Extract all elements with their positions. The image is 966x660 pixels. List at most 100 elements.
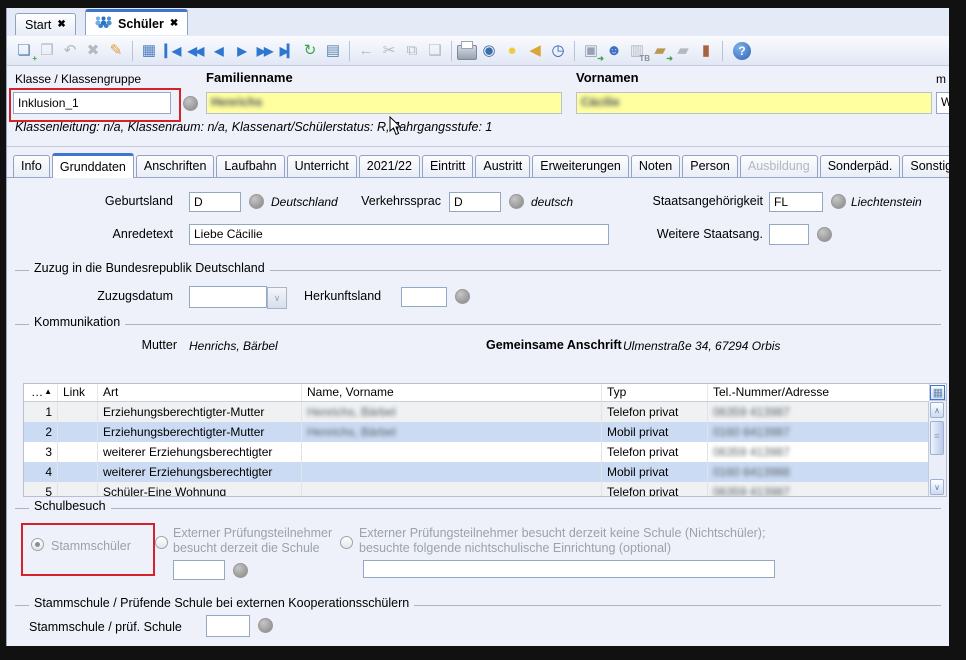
cell-link bbox=[58, 482, 98, 497]
tab-info[interactable]: Info bbox=[13, 155, 50, 177]
import-tb-icon[interactable]: ▥TB bbox=[626, 40, 648, 62]
report-list-icon[interactable]: ▤ bbox=[322, 40, 344, 62]
fast-prev-icon[interactable]: ◀◀ bbox=[184, 40, 206, 62]
edit-icon[interactable]: ✎ bbox=[105, 40, 127, 62]
student-icon[interactable]: ☻ bbox=[603, 40, 625, 62]
mouse-cursor bbox=[389, 116, 403, 141]
column-picker-button[interactable]: ▦ bbox=[929, 384, 946, 401]
archive-icon[interactable]: ▰ bbox=[672, 40, 694, 62]
close-icon[interactable]: ✖ bbox=[57, 20, 65, 30]
undo-icon[interactable]: ↶ bbox=[59, 40, 81, 62]
tab-austritt[interactable]: Austritt bbox=[475, 155, 530, 177]
announce-horn-icon[interactable]: ◀ bbox=[524, 40, 546, 62]
next-record-icon[interactable]: ▶ bbox=[230, 40, 252, 62]
extern-schule-input[interactable] bbox=[173, 560, 225, 580]
cell-art: weiterer Erziehungsberechtigter bbox=[98, 462, 302, 482]
anredetext-label: Anredetext bbox=[67, 227, 173, 241]
tab-sonderp-d[interactable]: Sonderpäd. bbox=[820, 155, 901, 177]
zuzugsdatum-input[interactable] bbox=[189, 286, 267, 308]
tab-laufbahn[interactable]: Laufbahn bbox=[216, 155, 284, 177]
tab-eintritt[interactable]: Eintritt bbox=[422, 155, 473, 177]
folder-export-icon[interactable]: ▰➜ bbox=[649, 40, 671, 62]
column-header-name[interactable]: Name, Vorname bbox=[302, 384, 602, 401]
geburtsland-lookup-circle-button[interactable] bbox=[249, 194, 264, 209]
scroll-down-button[interactable]: ∨ bbox=[930, 479, 944, 495]
table-row[interactable]: 1Erziehungsberechtigter-MutterHenrichs, … bbox=[24, 402, 929, 422]
staatsangehoerigkeit-input[interactable]: FL bbox=[769, 192, 823, 212]
vornamen-input[interactable]: Cäcilie bbox=[576, 92, 932, 114]
klasse-lookup-circle-button[interactable] bbox=[183, 96, 198, 111]
tab-person[interactable]: Person bbox=[682, 155, 738, 177]
tab-erweiterungen[interactable]: Erweiterungen bbox=[532, 155, 629, 177]
mutter-value: Henrichs, Bärbel bbox=[189, 339, 278, 353]
staatsangehoerigkeit-lookup-circle-button[interactable] bbox=[831, 194, 846, 209]
anredetext-input[interactable]: Liebe Cäcilie bbox=[189, 224, 609, 245]
vornamen-label: Vornamen bbox=[576, 70, 639, 85]
tab-schueler[interactable]: Schüler ✖ bbox=[85, 9, 188, 35]
cell-art: weiterer Erziehungsberechtigter bbox=[98, 442, 302, 462]
gender-input[interactable]: W bbox=[936, 92, 949, 114]
tab-2021-22[interactable]: 2021/22 bbox=[359, 155, 420, 177]
redacted-text: Henrichs, Bärbel bbox=[307, 405, 396, 419]
column-header-num[interactable]: …▲ bbox=[24, 384, 58, 401]
close-icon[interactable]: ✖ bbox=[170, 19, 178, 29]
last-record-icon[interactable]: ▶▎ bbox=[276, 40, 298, 62]
preview-eye-icon[interactable]: ◉ bbox=[478, 40, 500, 62]
table-row[interactable]: 2Erziehungsberechtigter-MutterHenrichs, … bbox=[24, 422, 929, 442]
chevron-up-icon: ∧ bbox=[934, 406, 940, 415]
first-record-icon[interactable]: ▎◀ bbox=[161, 40, 183, 62]
verkehrssprache-input[interactable]: D bbox=[449, 192, 501, 212]
column-header-typ[interactable]: Typ bbox=[602, 384, 708, 401]
klasse-label: Klasse / Klassengruppe bbox=[15, 72, 141, 86]
column-header-art[interactable]: Art bbox=[98, 384, 302, 401]
help-icon[interactable]: ? bbox=[733, 42, 751, 60]
address-book-icon[interactable]: ▮ bbox=[695, 40, 717, 62]
scroll-thumb[interactable] bbox=[930, 421, 944, 455]
tab-sonstiges[interactable]: Sonstiges bbox=[902, 155, 949, 177]
hint-bulb-icon[interactable]: ● bbox=[501, 40, 523, 62]
tab-grunddaten[interactable]: Grunddaten bbox=[52, 153, 134, 178]
tab-unterricht[interactable]: Unterricht bbox=[287, 155, 357, 177]
stammschule-lookup-circle-button[interactable] bbox=[258, 618, 273, 633]
verkehrssprache-lookup-circle-button[interactable] bbox=[509, 194, 524, 209]
zuzugsdatum-dropdown-button[interactable]: ∨ bbox=[267, 287, 287, 309]
new-record-icon[interactable]: ❏+ bbox=[13, 40, 35, 62]
table-row[interactable]: 3weiterer ErziehungsberechtigterTelefon … bbox=[24, 442, 929, 462]
prev-record-icon[interactable]: ◀ bbox=[207, 40, 229, 62]
tab-noten[interactable]: Noten bbox=[631, 155, 680, 177]
cell-typ: Mobil privat bbox=[602, 462, 708, 482]
export-data-icon[interactable]: ▣➜ bbox=[580, 40, 602, 62]
tab-anschriften[interactable]: Anschriften bbox=[136, 155, 215, 177]
column-header-tel[interactable]: Tel.-Nummer/Adresse bbox=[708, 384, 929, 401]
copy-icon[interactable]: ⧉ bbox=[401, 40, 423, 62]
redacted-text: 0160 8413987 bbox=[713, 425, 790, 439]
table-row[interactable]: 5Schüler-Eine WohnungTelefon privat06359… bbox=[24, 482, 929, 497]
reminder-clock-icon[interactable]: ◷ bbox=[547, 40, 569, 62]
fast-next-icon[interactable]: ▶▶ bbox=[253, 40, 275, 62]
toolbar-separator bbox=[349, 41, 350, 61]
familienname-input[interactable]: Henrichs bbox=[206, 92, 562, 114]
back-arrow-icon[interactable]: ← bbox=[355, 40, 377, 62]
refresh-icon[interactable]: ↻ bbox=[299, 40, 321, 62]
stammschule-input[interactable] bbox=[206, 615, 250, 637]
paste-icon[interactable]: ❑ bbox=[424, 40, 446, 62]
weitere-staatsang-input[interactable] bbox=[769, 224, 809, 245]
cut-icon[interactable]: ✂ bbox=[378, 40, 400, 62]
nichtschueler-radio[interactable] bbox=[340, 536, 353, 549]
column-header-link[interactable]: Link bbox=[58, 384, 98, 401]
extern-besucht-schule-radio[interactable] bbox=[155, 536, 168, 549]
nichtschulische-einrichtung-input[interactable] bbox=[363, 560, 775, 578]
scroll-up-button[interactable]: ∧ bbox=[930, 402, 944, 418]
weitere-staatsang-lookup-circle-button[interactable] bbox=[817, 227, 832, 242]
table-scrollbar[interactable]: ∧ ∨ bbox=[928, 401, 946, 496]
herkunftsland-input[interactable] bbox=[401, 287, 447, 307]
extern-schule-lookup-circle-button[interactable] bbox=[233, 563, 248, 578]
data-table-icon[interactable]: ▦ bbox=[138, 40, 160, 62]
tab-start[interactable]: Start ✖ bbox=[15, 13, 76, 35]
print-icon[interactable] bbox=[457, 45, 477, 60]
geburtsland-input[interactable]: D bbox=[189, 192, 241, 212]
save-icon[interactable]: ❒ bbox=[36, 40, 58, 62]
delete-icon[interactable]: ✖ bbox=[82, 40, 104, 62]
table-row[interactable]: 4weiterer ErziehungsberechtigterMobil pr… bbox=[24, 462, 929, 482]
herkunftsland-lookup-circle-button[interactable] bbox=[455, 289, 470, 304]
